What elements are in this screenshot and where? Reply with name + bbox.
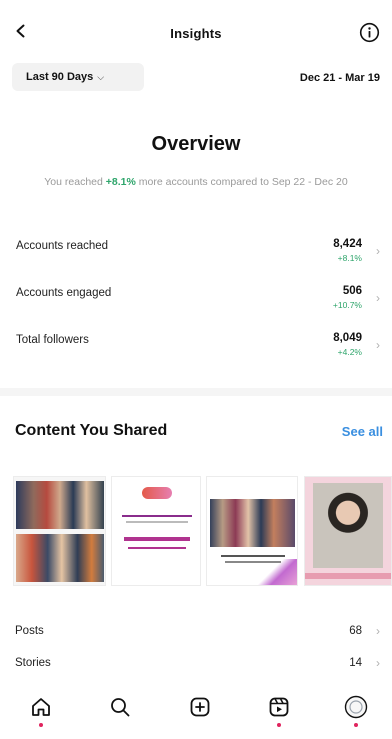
notification-dot bbox=[354, 723, 358, 727]
info-icon bbox=[359, 22, 380, 43]
chevron-right-icon: › bbox=[376, 291, 380, 305]
text-line bbox=[122, 515, 192, 517]
overview-subtitle-suffix: more accounts compared to Sep 22 - Dec 2… bbox=[135, 176, 348, 188]
create-icon bbox=[190, 697, 210, 717]
date-range-label: Last 90 Days bbox=[26, 71, 94, 83]
decorative-bar bbox=[305, 573, 391, 579]
bottom-tab-bar bbox=[0, 682, 392, 739]
metrics-list: Accounts reached 8,424 +8.1% › Accounts … bbox=[0, 230, 392, 371]
metric-change: +8.1% bbox=[337, 253, 362, 263]
metric-total-followers[interactable]: Total followers 8,049 +4.2% › bbox=[0, 324, 392, 371]
home-icon bbox=[32, 698, 50, 716]
text-line bbox=[221, 555, 285, 557]
logo-graphic bbox=[142, 487, 172, 499]
metric-label: Accounts engaged bbox=[16, 287, 112, 299]
metric-change: +4.2% bbox=[337, 347, 362, 357]
count-value: 68 bbox=[349, 625, 362, 637]
decorative-swoosh bbox=[257, 559, 297, 585]
tab-search[interactable] bbox=[107, 694, 133, 720]
tab-profile[interactable] bbox=[343, 694, 369, 727]
count-row-posts[interactable]: Posts 68 › bbox=[0, 620, 392, 652]
metric-value: 506 bbox=[342, 285, 362, 297]
text-line bbox=[124, 537, 190, 541]
info-button[interactable] bbox=[359, 22, 380, 43]
tab-create[interactable] bbox=[187, 694, 213, 720]
count-row-stories[interactable]: Stories 14 › bbox=[0, 652, 392, 684]
group-photo bbox=[16, 534, 104, 582]
section-divider bbox=[0, 388, 392, 396]
chevron-right-icon: › bbox=[376, 624, 380, 638]
tab-home[interactable] bbox=[28, 694, 54, 727]
post-thumbnail-2[interactable] bbox=[111, 476, 201, 586]
metric-change: +10.7% bbox=[332, 300, 362, 310]
metric-label: Accounts reached bbox=[16, 240, 109, 252]
group-photo bbox=[16, 481, 104, 529]
search-icon bbox=[111, 698, 130, 717]
count-label: Stories bbox=[15, 657, 51, 669]
post-thumbnail-1[interactable] bbox=[13, 476, 106, 586]
count-value: 14 bbox=[349, 657, 362, 669]
post-thumbnail-4[interactable] bbox=[304, 476, 392, 586]
group-photo bbox=[210, 499, 295, 547]
overview-subtitle-prefix: You reached bbox=[44, 176, 106, 188]
notification-dot bbox=[277, 723, 281, 727]
chevron-right-icon: › bbox=[376, 338, 380, 352]
chevron-right-icon: › bbox=[376, 656, 380, 670]
metric-accounts-engaged[interactable]: Accounts engaged 506 +10.7% › bbox=[0, 277, 392, 324]
text-line bbox=[126, 521, 188, 523]
content-section-title: Content You Shared bbox=[15, 422, 168, 439]
see-all-link[interactable]: See all bbox=[342, 424, 383, 439]
chevron-down-icon: ⌵ bbox=[97, 71, 105, 82]
date-range-dropdown[interactable]: Last 90 Days ⌵ bbox=[12, 63, 144, 91]
text-line bbox=[128, 547, 186, 549]
top-bar: Insights bbox=[0, 0, 392, 62]
overview-title: Overview bbox=[151, 133, 241, 155]
profile-avatar bbox=[344, 695, 368, 719]
post-thumbnail-3[interactable] bbox=[206, 476, 298, 586]
metric-value: 8,049 bbox=[333, 332, 362, 344]
metric-label: Total followers bbox=[16, 334, 89, 346]
portrait-photo bbox=[313, 483, 383, 568]
count-label: Posts bbox=[15, 625, 44, 637]
overview-subtitle: You reached +8.1% more accounts compared… bbox=[30, 176, 362, 189]
chevron-right-icon: › bbox=[376, 244, 380, 258]
content-thumbnails bbox=[0, 476, 392, 588]
tab-reels[interactable] bbox=[266, 694, 292, 727]
date-range-text: Dec 21 - Mar 19 bbox=[299, 72, 380, 84]
notification-dot bbox=[39, 723, 43, 727]
reels-icon bbox=[269, 697, 289, 717]
overview-percent: +8.1% bbox=[105, 176, 136, 188]
metric-value: 8,424 bbox=[333, 238, 362, 250]
page-title: Insights bbox=[170, 26, 222, 41]
metric-accounts-reached[interactable]: Accounts reached 8,424 +8.1% › bbox=[0, 230, 392, 277]
content-counts: Posts 68 › Stories 14 › bbox=[0, 620, 392, 684]
